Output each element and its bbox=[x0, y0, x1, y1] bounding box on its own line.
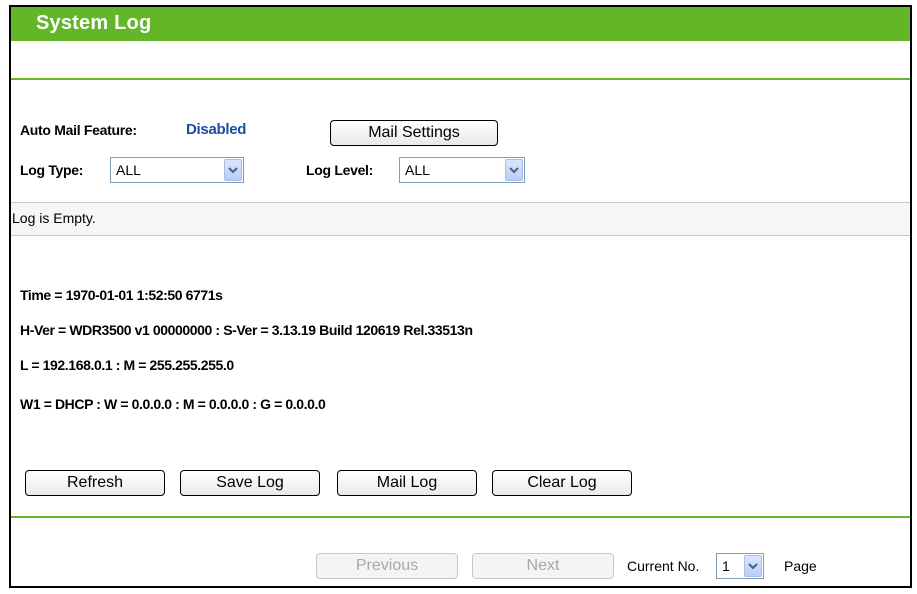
info-wan: W1 = DHCP : W = 0.0.0.0 : M = 0.0.0.0 : … bbox=[20, 396, 326, 412]
info-time: Time = 1970-01-01 1:52:50 6771s bbox=[20, 287, 223, 303]
info-version: H-Ver = WDR3500 v1 00000000 : S-Ver = 3.… bbox=[20, 322, 473, 338]
title-bar: System Log bbox=[11, 7, 910, 41]
chevron-down-icon[interactable] bbox=[224, 159, 242, 181]
info-lan: L = 192.168.0.1 : M = 255.255.255.0 bbox=[20, 357, 234, 373]
clear-log-button[interactable]: Clear Log bbox=[492, 470, 632, 496]
mail-settings-button[interactable]: Mail Settings bbox=[330, 120, 498, 146]
divider-bottom bbox=[11, 516, 910, 518]
current-no-label: Current No. bbox=[627, 558, 700, 574]
page-label: Page bbox=[784, 558, 817, 574]
log-level-label: Log Level: bbox=[306, 162, 374, 178]
next-button[interactable]: Next bbox=[472, 553, 614, 579]
page-title: System Log bbox=[36, 12, 152, 34]
previous-button[interactable]: Previous bbox=[316, 553, 458, 579]
page-select-value: 1 bbox=[722, 558, 730, 574]
chevron-down-icon[interactable] bbox=[744, 555, 762, 577]
divider-top bbox=[11, 78, 910, 80]
chevron-down-icon[interactable] bbox=[505, 159, 523, 181]
log-content-text: Log is Empty. bbox=[12, 210, 96, 226]
refresh-button[interactable]: Refresh bbox=[25, 470, 165, 496]
log-type-select[interactable]: ALL bbox=[110, 157, 244, 183]
log-content-box: Log is Empty. bbox=[11, 202, 910, 236]
save-log-button[interactable]: Save Log bbox=[180, 470, 320, 496]
system-log-panel: System Log Auto Mail Feature: Disabled M… bbox=[9, 5, 912, 588]
mail-log-button[interactable]: Mail Log bbox=[337, 470, 477, 496]
log-type-value: ALL bbox=[116, 162, 141, 178]
page-select[interactable]: 1 bbox=[716, 553, 764, 579]
log-level-select[interactable]: ALL bbox=[399, 157, 525, 183]
auto-mail-status: Disabled bbox=[186, 121, 247, 138]
log-level-value: ALL bbox=[405, 162, 430, 178]
log-type-label: Log Type: bbox=[20, 162, 84, 178]
auto-mail-label: Auto Mail Feature: bbox=[20, 122, 137, 138]
